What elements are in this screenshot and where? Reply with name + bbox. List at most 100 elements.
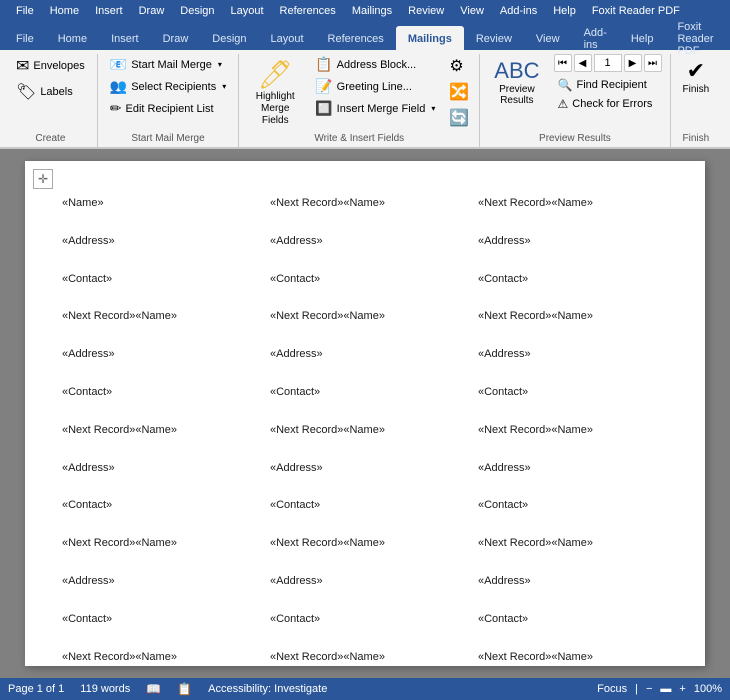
merge-field: «Address» bbox=[478, 572, 668, 592]
address-block-button[interactable]: 📋 Address Block... bbox=[311, 54, 439, 75]
menu-design[interactable]: Design bbox=[172, 3, 222, 19]
record-number-input[interactable] bbox=[594, 54, 622, 72]
select-recipients-button[interactable]: 👥 Select Recipients ▾ bbox=[106, 76, 230, 97]
ribbon-group-finish: ✔ Finish Finish bbox=[671, 54, 722, 147]
highlight-merge-fields-button[interactable]: 🖊 HighlightMerge Fields bbox=[247, 54, 303, 131]
envelopes-button[interactable]: ✉ Envelopes bbox=[12, 54, 89, 78]
label-cell: «Contact» bbox=[53, 605, 261, 643]
merge-field: «Next Record»«Name» bbox=[270, 421, 460, 441]
greeting-line-button[interactable]: 📝 Greeting Line... bbox=[311, 76, 439, 97]
merge-field: «Contact» bbox=[270, 496, 460, 516]
menu-references[interactable]: References bbox=[272, 3, 344, 19]
menu-mailings[interactable]: Mailings bbox=[344, 3, 400, 19]
label-cell: «Contact» bbox=[469, 378, 677, 416]
check-errors-label: Check for Errors bbox=[572, 98, 652, 110]
tab-design[interactable]: Design bbox=[200, 26, 258, 50]
label-cell: «Address» bbox=[469, 227, 677, 265]
merge-field: «Contact» bbox=[62, 270, 252, 290]
tab-references[interactable]: References bbox=[316, 26, 396, 50]
label-cell: «Address» bbox=[261, 454, 469, 492]
tab-review[interactable]: Review bbox=[464, 26, 524, 50]
start-mail-merge-label: Start Mail Merge bbox=[131, 59, 212, 71]
start-mail-merge-arrow: ▾ bbox=[218, 60, 222, 69]
accessibility-info: Accessibility: Investigate bbox=[208, 683, 327, 695]
tab-home[interactable]: Home bbox=[46, 26, 99, 50]
mailmerge-icon: 📧 bbox=[110, 56, 127, 73]
move-handle[interactable]: ✛ bbox=[33, 169, 53, 189]
rules-icon: ⚙ bbox=[449, 56, 463, 76]
ribbon: ✉ Envelopes 🏷 Labels Create 📧 Start Mail bbox=[0, 50, 730, 149]
address-block-icon: 📋 bbox=[315, 56, 332, 73]
zoom-slider[interactable]: ▬ bbox=[660, 683, 671, 695]
focus-label[interactable]: Focus bbox=[597, 683, 627, 695]
label-cell: «Contact» bbox=[261, 491, 469, 529]
merge-field: «Next Record»«Name» bbox=[270, 307, 460, 327]
menu-home[interactable]: Home bbox=[42, 3, 87, 19]
ribbon-group-fields: 🖊 HighlightMerge Fields 📋 Address Block.… bbox=[239, 54, 480, 147]
document-area: ✛ «Name»«Next Record»«Name»«Next Record»… bbox=[0, 149, 730, 678]
menu-draw[interactable]: Draw bbox=[131, 3, 173, 19]
tab-view[interactable]: View bbox=[524, 26, 572, 50]
menu-foxit[interactable]: Foxit Reader PDF bbox=[584, 3, 688, 19]
word-count: 119 words bbox=[80, 683, 130, 695]
edit-recipient-list-button[interactable]: ✏ Edit Recipient List bbox=[106, 98, 230, 119]
greeting-line-label: Greeting Line... bbox=[337, 81, 412, 93]
tab-layout[interactable]: Layout bbox=[259, 26, 316, 50]
menu-layout[interactable]: Layout bbox=[223, 3, 272, 19]
tab-file[interactable]: File bbox=[4, 26, 46, 50]
menu-addins[interactable]: Add-ins bbox=[492, 3, 545, 19]
tab-mailings[interactable]: Mailings bbox=[396, 26, 464, 50]
check-errors-button[interactable]: ⚠ Check for Errors bbox=[554, 95, 662, 113]
tab-insert[interactable]: Insert bbox=[99, 26, 151, 50]
tab-help[interactable]: Help bbox=[619, 26, 666, 50]
greeting-line-icon: 📝 bbox=[315, 78, 332, 95]
highlight-icon: 🖊 bbox=[257, 58, 293, 91]
rules-button[interactable]: ⚙ bbox=[447, 54, 471, 78]
merge-field: «Address» bbox=[478, 232, 668, 252]
merge-field: «Address» bbox=[478, 345, 668, 365]
prev-record-button[interactable]: ◀ bbox=[574, 54, 592, 72]
merge-field: «Contact» bbox=[270, 610, 460, 630]
label-cell: «Address» bbox=[53, 340, 261, 378]
labels-label: Labels bbox=[40, 86, 72, 98]
label-cell: «Next Record»«Name» bbox=[469, 416, 677, 454]
label-cell: «Next Record»«Name» bbox=[469, 302, 677, 340]
merge-field: «Contact» bbox=[478, 270, 668, 290]
label-cell: «Next Record»«Name» bbox=[261, 529, 469, 567]
menu-help[interactable]: Help bbox=[545, 3, 584, 19]
status-bar: Page 1 of 1 119 words 📖 📋 Accessibility:… bbox=[0, 678, 730, 700]
menu-review[interactable]: Review bbox=[400, 3, 452, 19]
labels-button[interactable]: 🏷 Labels bbox=[12, 80, 89, 104]
labels-icon: 🏷 bbox=[16, 82, 36, 102]
mailmerge-group-label: Start Mail Merge bbox=[106, 131, 230, 147]
zoom-out-icon[interactable]: − bbox=[646, 683, 652, 695]
merge-field: «Address» bbox=[270, 345, 460, 365]
zoom-in-icon[interactable]: + bbox=[679, 683, 685, 695]
preview-results-button[interactable]: ABC PreviewResults bbox=[488, 54, 545, 110]
next-record-button[interactable]: ▶ bbox=[624, 54, 642, 72]
create-group-label: Create bbox=[12, 131, 89, 147]
tab-addins[interactable]: Add-ins bbox=[572, 26, 619, 50]
zoom-percent: 100% bbox=[694, 683, 722, 695]
merge-field: «Next Record»«Name» bbox=[478, 648, 668, 668]
label-cell: «Next Record»«Name» bbox=[261, 189, 469, 227]
find-recipient-button[interactable]: 🔍 Find Recipient bbox=[554, 76, 662, 94]
insert-merge-field-button[interactable]: 🔲 Insert Merge Field ▾ bbox=[311, 98, 439, 119]
tab-bar: File Home Insert Draw Design Layout Refe… bbox=[0, 22, 730, 50]
ribbon-group-mailmerge: 📧 Start Mail Merge ▾ 👥 Select Recipients… bbox=[98, 54, 239, 147]
start-mail-merge-button[interactable]: 📧 Start Mail Merge ▾ bbox=[106, 54, 230, 75]
merge-field: «Contact» bbox=[62, 610, 252, 630]
tab-foxit[interactable]: Foxit Reader PDF bbox=[665, 26, 726, 50]
last-record-button[interactable]: ⏭ bbox=[644, 54, 662, 72]
menu-insert[interactable]: Insert bbox=[87, 3, 131, 19]
match-fields-button[interactable]: 🔀 bbox=[447, 80, 471, 104]
first-record-button[interactable]: ⏮ bbox=[554, 54, 572, 72]
edit-recipient-list-label: Edit Recipient List bbox=[126, 103, 214, 115]
insert-field-icon: 🔲 bbox=[315, 100, 332, 117]
label-cell: «Contact» bbox=[261, 605, 469, 643]
update-labels-button[interactable]: 🔄 bbox=[447, 106, 471, 130]
merge-field: «Next Record»«Name» bbox=[62, 307, 252, 327]
menu-view[interactable]: View bbox=[452, 3, 492, 19]
menu-file[interactable]: File bbox=[8, 3, 42, 19]
tab-draw[interactable]: Draw bbox=[151, 26, 201, 50]
